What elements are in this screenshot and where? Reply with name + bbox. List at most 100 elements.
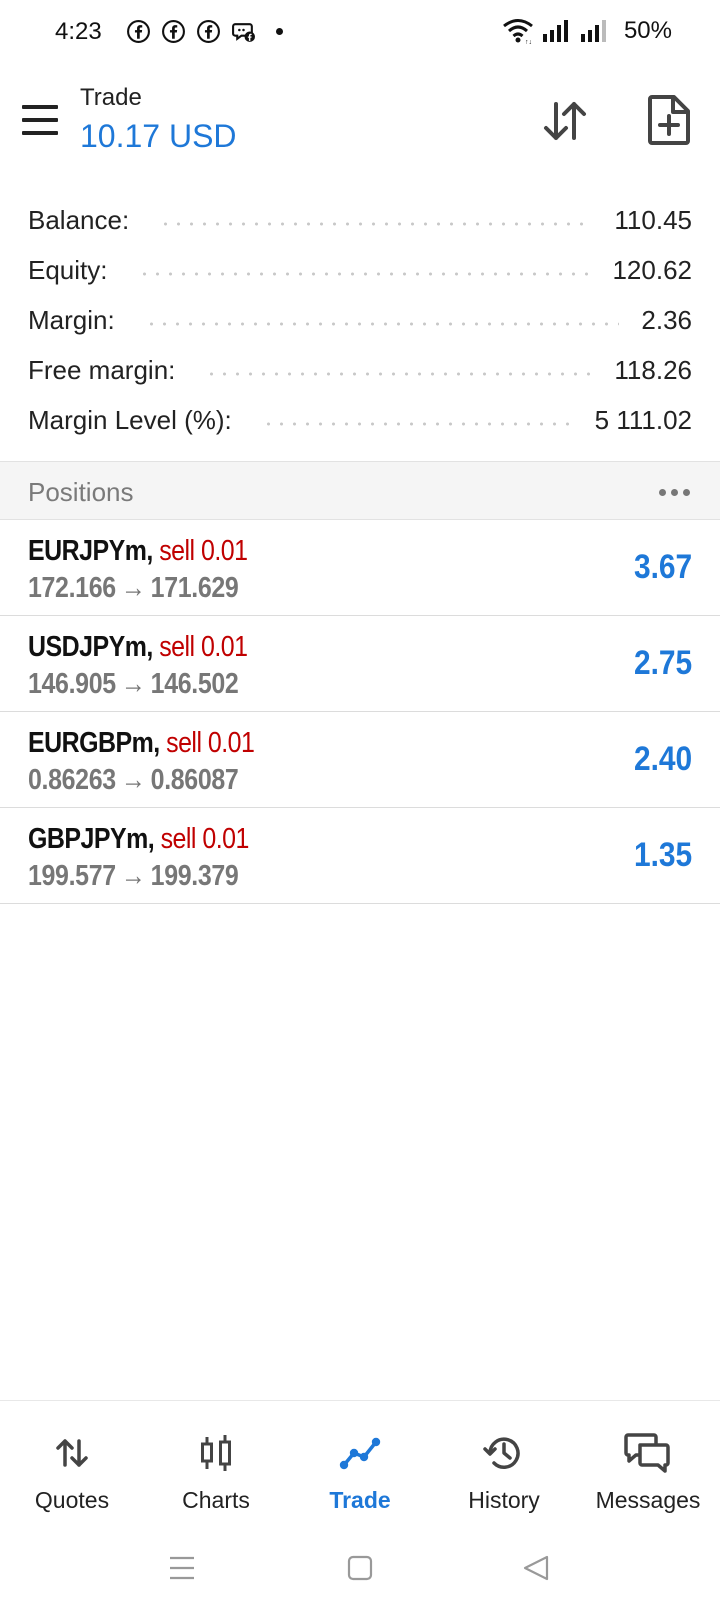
positions-section-header: Positions	[0, 461, 720, 520]
position-type: sell 0.01	[159, 631, 248, 663]
arrow-right-icon: →	[120, 764, 146, 796]
nav-label: Quotes	[34, 1487, 110, 1513]
signal-icon	[542, 20, 568, 42]
new-document-icon	[648, 95, 690, 145]
open-price: 146.905	[28, 668, 116, 700]
notification-icons	[126, 19, 283, 44]
position-symbol: EURJPYm,	[28, 535, 153, 567]
position-row[interactable]: GBPJPYm, sell 0.01 199.577 → 199.379 1.35	[0, 808, 720, 904]
account-balance: 10.17 USD	[80, 118, 237, 154]
summary-row-margin: Margin: 2.36	[0, 295, 720, 345]
system-status: ↑↓ 50%	[502, 17, 672, 45]
dotted-leader	[159, 222, 593, 226]
notification-dot	[276, 28, 283, 35]
summary-row-balance: Balance: 110.45	[0, 195, 720, 245]
sort-arrows-icon	[544, 102, 586, 140]
open-price: 172.166	[28, 572, 116, 604]
nav-messages[interactable]: Messages	[576, 1401, 720, 1520]
status-time: 4:23	[55, 18, 102, 45]
trend-line-icon	[339, 1437, 381, 1470]
history-icon	[483, 1437, 520, 1469]
nav-quotes[interactable]: Quotes	[0, 1401, 144, 1520]
recent-apps-icon	[170, 1556, 194, 1580]
summary-row-equity: Equity: 120.62	[0, 245, 720, 295]
current-price: 171.629	[150, 572, 239, 604]
page-title: Trade	[80, 84, 142, 111]
battery-level: 50%	[623, 17, 672, 44]
nav-label: Charts	[182, 1487, 250, 1513]
position-profit: 1.35	[633, 836, 692, 874]
status-bar: 4:23 ↑↓ 50%	[0, 0, 720, 64]
wifi-icon: ↑↓	[503, 19, 533, 44]
messenger-icon	[232, 23, 255, 42]
back-button[interactable]	[522, 1554, 550, 1587]
arrow-right-icon: →	[120, 860, 146, 892]
nav-label: Messages	[595, 1487, 701, 1513]
position-symbol: GBPJPYm,	[28, 823, 155, 855]
sort-button[interactable]	[540, 96, 590, 146]
summary-value: 2.36	[641, 304, 692, 335]
arrow-right-icon: →	[120, 572, 146, 604]
bottom-navigation: Quotes Charts Trade History Messages	[0, 1400, 720, 1520]
home-button[interactable]	[346, 1554, 374, 1587]
summary-value: 5 111.02	[594, 404, 692, 435]
position-profit: 2.40	[633, 740, 692, 778]
menu-button[interactable]	[20, 103, 60, 137]
summary-value: 120.62	[612, 254, 692, 285]
facebook-icon	[127, 20, 150, 43]
new-order-button[interactable]	[644, 94, 694, 146]
summary-label: Free margin:	[28, 354, 176, 385]
app-header: Trade 10.17 USD	[0, 70, 720, 170]
position-type: sell 0.01	[160, 823, 250, 855]
position-type: sell 0.01	[159, 535, 248, 567]
position-symbol: EURGBPm,	[28, 727, 160, 759]
position-row[interactable]: EURGBPm, sell 0.01 0.86263 → 0.86087 2.40	[0, 712, 720, 808]
current-price: 146.502	[150, 668, 239, 700]
summary-label: Margin:	[28, 304, 115, 335]
signal-icon	[580, 20, 606, 42]
system-navigation-bar	[0, 1540, 720, 1600]
facebook-icon	[162, 20, 185, 43]
current-price: 199.379	[150, 860, 239, 892]
quotes-arrows-icon	[56, 1439, 88, 1467]
more-dots-icon	[659, 489, 666, 496]
home-icon	[347, 1555, 373, 1581]
facebook-icon	[197, 20, 220, 43]
current-price: 0.86087	[150, 764, 239, 796]
summary-value: 118.26	[614, 354, 692, 385]
summary-label: Balance:	[28, 204, 130, 235]
account-summary: Balance: 110.45 Equity: 120.62 Margin: 2…	[0, 195, 720, 445]
messages-icon	[624, 1433, 670, 1473]
dotted-leader	[261, 422, 573, 426]
arrow-right-icon: →	[120, 668, 146, 700]
nav-charts[interactable]: Charts	[144, 1401, 288, 1520]
candlestick-icon	[201, 1435, 231, 1471]
nav-label: Trade	[329, 1487, 391, 1513]
summary-label: Equity:	[28, 254, 108, 285]
dotted-leader	[144, 322, 620, 326]
position-symbol: USDJPYm,	[28, 631, 153, 663]
positions-list: EURJPYm, sell 0.01 172.166 → 171.629 3.67 …	[0, 520, 720, 904]
positions-title: Positions	[28, 477, 134, 507]
open-price: 0.86263	[28, 764, 116, 796]
recent-apps-button[interactable]	[168, 1554, 196, 1587]
nav-trade[interactable]: Trade	[288, 1401, 432, 1520]
nav-label: History	[468, 1487, 540, 1513]
summary-value: 110.45	[614, 204, 692, 235]
nav-history[interactable]: History	[432, 1401, 576, 1520]
dotted-leader	[137, 272, 591, 276]
summary-row-margin-level: Margin Level (%): 5 111.02	[0, 395, 720, 445]
back-icon	[523, 1555, 549, 1581]
dotted-leader	[205, 372, 593, 376]
position-profit: 2.75	[633, 644, 692, 682]
position-row[interactable]: EURJPYm, sell 0.01 172.166 → 171.629 3.67	[0, 520, 720, 616]
open-price: 199.577	[28, 860, 116, 892]
summary-label: Margin Level (%):	[28, 404, 232, 435]
position-row[interactable]: USDJPYm, sell 0.01 146.905 → 146.502 2.75	[0, 616, 720, 712]
position-profit: 3.67	[633, 548, 692, 586]
position-type: sell 0.01	[166, 727, 255, 759]
menu-icon	[22, 105, 58, 109]
summary-row-free-margin: Free margin: 118.26	[0, 345, 720, 395]
svg-text:↑↓: ↑↓	[525, 39, 532, 44]
more-options-button[interactable]	[659, 489, 690, 496]
